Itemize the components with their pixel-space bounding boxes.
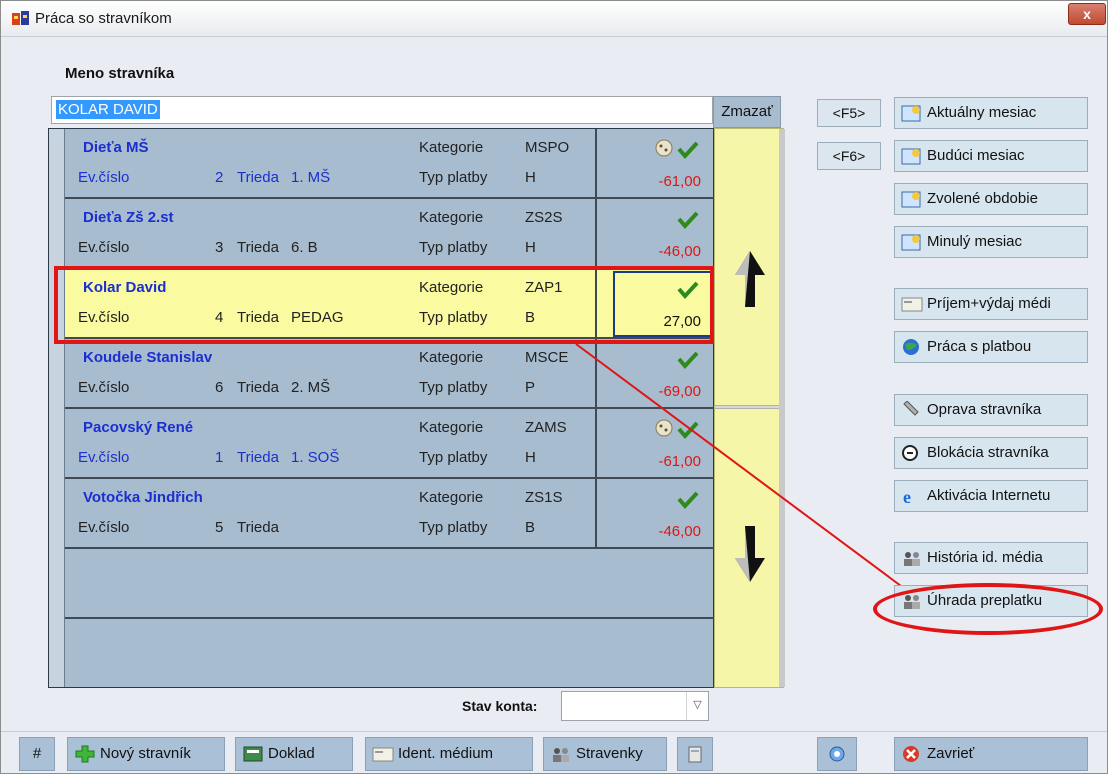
globe-icon [903, 339, 919, 356]
settings-button[interactable] [817, 737, 857, 771]
payment-work-label: Práca s platbou [927, 338, 1032, 355]
media-income-expense-button[interactable]: Príjem+výdaj médi [894, 288, 1088, 320]
calendar-icon [901, 148, 921, 165]
account-status-label: Stav konta: [462, 698, 538, 714]
calendar-icon [901, 234, 921, 251]
document-label: Doklad [268, 745, 315, 762]
account-status-select[interactable]: ▽ [561, 691, 709, 721]
main-window: Práca so stravníkom x Meno stravníka KOL… [0, 0, 1108, 774]
media-history-label: História id. média [927, 549, 1043, 566]
highlight-ellipse [873, 583, 1103, 635]
close-window-button[interactable]: Zavrieť [894, 737, 1088, 771]
media-income-expense-label: Príjem+výdaj médi [927, 295, 1051, 312]
internet-explorer-icon: e [903, 487, 911, 505]
current-month-button[interactable]: Aktuálny mesiac [894, 97, 1088, 129]
trash-icon [688, 746, 702, 763]
gear-icon [829, 746, 845, 762]
f5-button[interactable]: <F5> [817, 99, 881, 127]
previous-month-button[interactable]: Minulý mesiac [894, 226, 1088, 258]
trash-button[interactable] [677, 737, 713, 771]
lock-face-icon [902, 445, 918, 462]
activate-internet-label: Aktivácia Internetu [927, 487, 1051, 504]
calendar-icon [901, 191, 921, 208]
chevron-down-icon[interactable]: ▽ [686, 692, 708, 720]
hash-button[interactable]: # [19, 737, 55, 771]
meal-tickets-button[interactable]: Stravenky [543, 737, 667, 771]
next-month-label: Budúci mesiac [927, 147, 1025, 164]
selected-period-button[interactable]: Zvolené obdobie [894, 183, 1088, 215]
ident-medium-button[interactable]: Ident. médium [365, 737, 533, 771]
wrench-icon [903, 401, 919, 416]
ident-medium-label: Ident. médium [398, 745, 494, 762]
current-month-label: Aktuálny mesiac [927, 104, 1037, 121]
f6-button[interactable]: <F6> [817, 142, 881, 170]
selected-period-label: Zvolené obdobie [927, 190, 1038, 207]
block-diner-label: Blokácia stravníka [927, 444, 1049, 461]
plus-icon [75, 745, 95, 763]
meal-tickets-label: Stravenky [576, 745, 643, 762]
previous-month-label: Minulý mesiac [927, 233, 1023, 250]
activate-internet-button[interactable]: e Aktivácia Internetu [894, 480, 1088, 512]
document-button[interactable]: Doklad [235, 737, 353, 771]
close-window-label: Zavrieť [927, 745, 975, 762]
new-diner-button[interactable]: Nový stravník [67, 737, 225, 771]
svg-text:e: e [903, 487, 911, 505]
payment-work-button[interactable]: Práca s platbou [894, 331, 1088, 363]
people-icon [904, 552, 920, 567]
block-diner-button[interactable]: Blokácia stravníka [894, 437, 1088, 469]
card-icon [901, 297, 923, 312]
people-icon [553, 748, 569, 763]
media-history-button[interactable]: História id. média [894, 542, 1088, 574]
edit-diner-label: Oprava stravníka [927, 401, 1042, 418]
close-icon [903, 746, 919, 763]
calendar-icon [901, 105, 921, 122]
document-icon [243, 746, 263, 762]
edit-diner-button[interactable]: Oprava stravníka [894, 394, 1088, 426]
new-diner-label: Nový stravník [100, 745, 191, 762]
card-icon [372, 747, 394, 762]
next-month-button[interactable]: Budúci mesiac [894, 140, 1088, 172]
